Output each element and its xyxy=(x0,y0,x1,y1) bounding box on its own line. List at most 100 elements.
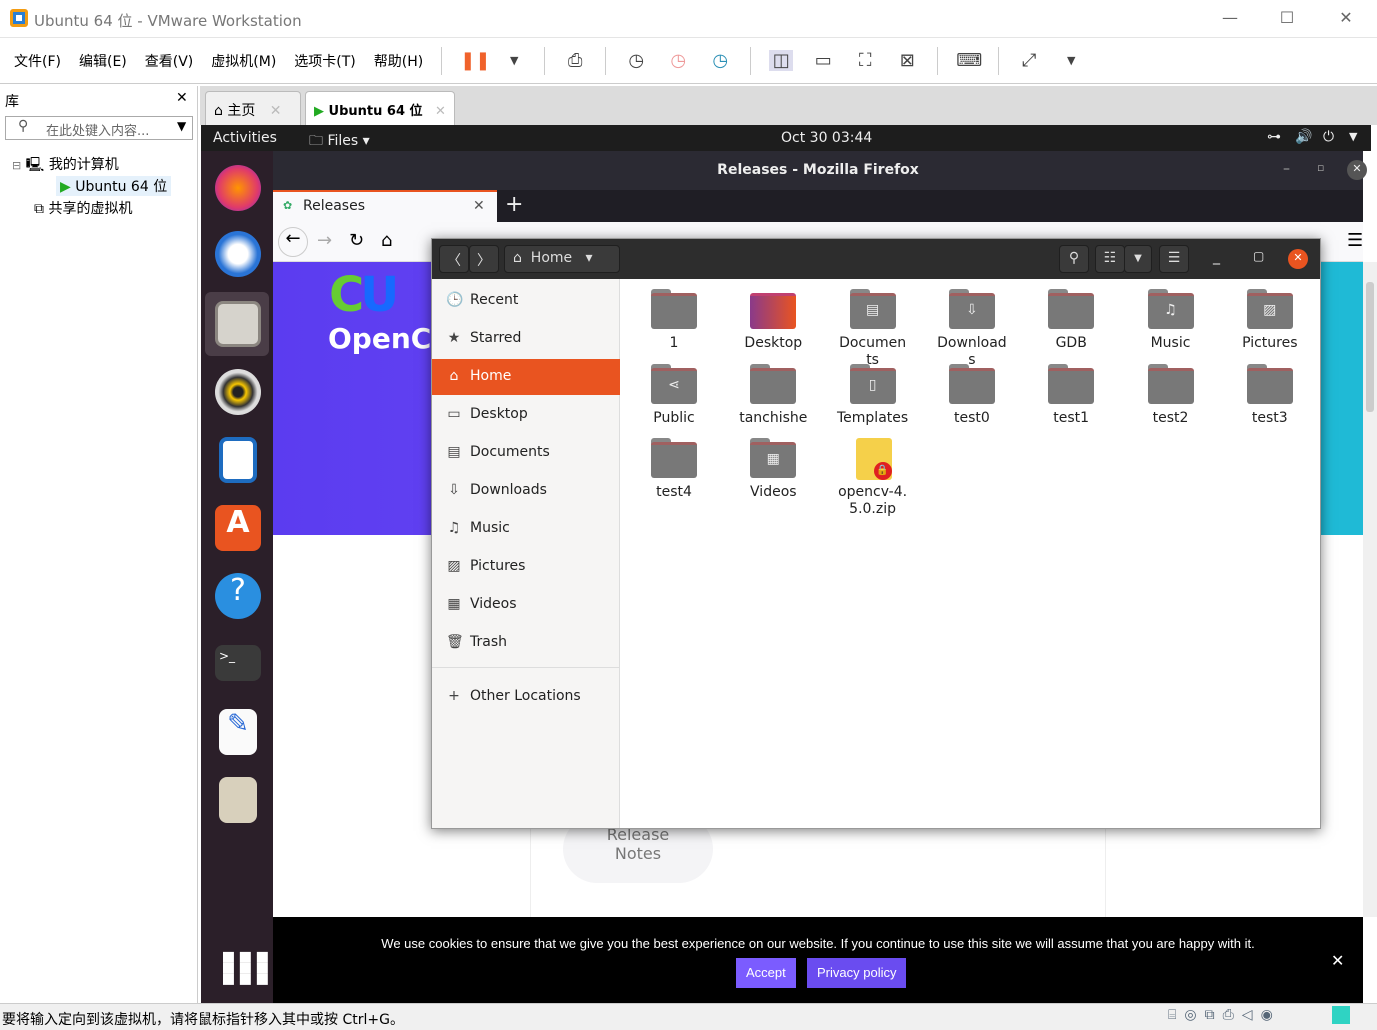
library-search-input[interactable]: 在此处键入内容... xyxy=(5,116,193,140)
file-item[interactable]: tanchishe xyxy=(725,363,821,427)
minimize-button[interactable]: — xyxy=(1210,8,1250,27)
menu-view[interactable]: 查看(V) xyxy=(145,51,194,71)
files-icon[interactable] xyxy=(215,301,261,347)
device-icons[interactable]: ⌸◎⧉⎙◁◉ xyxy=(1168,1007,1281,1023)
sidebar-item-documents[interactable]: ▤ Documents xyxy=(432,435,620,471)
file-item[interactable]: GDB xyxy=(1023,289,1119,352)
library-close-button[interactable]: ✕ xyxy=(176,90,188,106)
tab-ubuntu[interactable]: ▶ Ubuntu 64 位 ✕ xyxy=(305,91,455,125)
revert-snapshot-icon[interactable]: ◷ xyxy=(666,50,690,71)
power-icon[interactable]: ⏻ xyxy=(1323,129,1334,145)
file-item[interactable]: 🔒 opencv-4.5.0.zip xyxy=(825,438,921,518)
close-button[interactable]: ✕ xyxy=(1288,249,1308,269)
file-item[interactable]: ▤ Documents xyxy=(825,289,921,369)
file-item[interactable]: ▦ Videos xyxy=(725,438,821,501)
rhythmbox-icon[interactable] xyxy=(215,369,261,415)
firefox-icon[interactable] xyxy=(215,165,261,211)
help-icon[interactable]: ? xyxy=(215,573,261,619)
forward-button[interactable]: 〉 xyxy=(469,245,499,273)
back-button[interactable]: ← xyxy=(278,227,308,257)
console-view-icon[interactable]: ▭ xyxy=(811,50,835,71)
volume-icon[interactable]: 🔊 xyxy=(1295,129,1312,145)
file-item[interactable]: test0 xyxy=(924,363,1020,427)
archive-manager-icon[interactable] xyxy=(219,777,257,823)
show-apps-icon[interactable]: ▪▪▪ ▪▪▪ ▪▪▪ xyxy=(221,946,272,990)
network-icon[interactable]: ⊶ xyxy=(1267,129,1281,145)
stretch-icon[interactable]: ⤢ xyxy=(1017,50,1041,71)
close-icon[interactable]: ✕ xyxy=(270,103,282,119)
close-icon[interactable]: ✕ xyxy=(473,198,485,214)
search-button[interactable]: ⚲ xyxy=(1059,245,1089,273)
libreoffice-writer-icon[interactable] xyxy=(219,437,257,483)
fullscreen-icon[interactable]: ⛶ xyxy=(853,50,877,71)
library-view-icon[interactable]: ◫ xyxy=(769,50,794,71)
cookie-close-button[interactable]: ✕ xyxy=(1331,951,1344,971)
send-keys-icon[interactable]: ⎙ xyxy=(563,50,587,71)
restore-button[interactable]: ▫ xyxy=(1317,161,1324,174)
sidebar-item-starred[interactable]: ★ Starred xyxy=(432,321,620,357)
sidebar-item-home[interactable]: ⌂ Home xyxy=(432,359,620,395)
file-item[interactable]: test1 xyxy=(1023,363,1119,427)
menu-help[interactable]: 帮助(H) xyxy=(374,51,423,71)
file-item[interactable]: Desktop xyxy=(725,289,821,352)
menu-tabs[interactable]: 选项卡(T) xyxy=(294,51,355,71)
view-options-button[interactable]: ▼ xyxy=(1124,245,1152,273)
snapshot-icon[interactable]: ◷ xyxy=(624,50,648,71)
file-item[interactable]: ♫ Music xyxy=(1123,289,1219,352)
sidebar-item-music[interactable]: ♫ Music xyxy=(432,511,620,547)
software-center-icon[interactable]: A xyxy=(215,505,261,551)
privacy-policy-button[interactable]: Privacy policy xyxy=(807,958,907,988)
unity-icon[interactable]: ⊠ xyxy=(895,50,919,71)
activities-button[interactable]: Activities xyxy=(213,130,277,146)
back-button[interactable]: 〈 xyxy=(439,245,469,273)
reload-button[interactable]: ↻ xyxy=(349,230,364,251)
tab-home[interactable]: ⌂ 主页 ✕ xyxy=(205,91,301,125)
sidebar-item-recent[interactable]: 🕒 Recent xyxy=(432,283,620,319)
menu-edit[interactable]: 编辑(E) xyxy=(79,51,127,71)
file-item[interactable]: ⇩ Downloads xyxy=(924,289,1020,369)
menu-icon[interactable]: ☰ xyxy=(1347,230,1363,251)
scrollbar[interactable] xyxy=(1363,262,1377,917)
menu-button[interactable]: ☰ xyxy=(1159,245,1189,273)
file-item[interactable]: test2 xyxy=(1123,363,1219,427)
sidebar-item-trash[interactable]: 🗑 Trash xyxy=(432,625,620,661)
close-button[interactable]: ✕ xyxy=(1326,8,1366,27)
minimize-button[interactable]: – xyxy=(1283,161,1290,177)
text-editor-icon[interactable]: ✎ xyxy=(219,709,257,755)
chevron-down-icon[interactable]: ▼ xyxy=(1059,54,1083,67)
terminal-icon[interactable]: ⌨ xyxy=(956,50,982,71)
sidebar-item-videos[interactable]: ▦ Videos xyxy=(432,587,620,623)
accept-button[interactable]: Accept xyxy=(736,958,796,988)
snapshot-manager-icon[interactable]: ◷ xyxy=(708,50,732,71)
file-item[interactable]: test3 xyxy=(1222,363,1318,427)
tree-shared-vms[interactable]: ⧉ 共享的虚拟机 xyxy=(34,198,132,218)
close-button[interactable]: ✕ xyxy=(1347,160,1367,180)
pause-icon[interactable]: ❚❚ xyxy=(460,50,490,71)
location-button[interactable]: ⌂ Home ▾ xyxy=(504,245,620,273)
home-button[interactable]: ⌂ xyxy=(381,230,392,251)
list-view-button[interactable]: ☷ xyxy=(1095,245,1125,273)
message-icon[interactable] xyxy=(1332,1006,1350,1024)
file-item[interactable]: 1 xyxy=(626,289,722,352)
file-item[interactable]: ▯ Templates xyxy=(825,363,921,427)
maximize-button[interactable]: ☐ xyxy=(1267,8,1307,27)
chevron-down-icon[interactable]: ▼ xyxy=(1349,130,1357,143)
minimize-button[interactable]: _ xyxy=(1213,249,1220,265)
menu-file[interactable]: 文件(F) xyxy=(14,51,61,71)
maximize-button[interactable]: ▢ xyxy=(1253,249,1264,263)
file-item[interactable]: ⋖ Public xyxy=(626,363,722,427)
sidebar-item-other-locations[interactable]: + Other Locations xyxy=(432,679,620,715)
sidebar-item-downloads[interactable]: ⇩ Downloads xyxy=(432,473,620,509)
collapse-icon[interactable]: ⊟ xyxy=(12,159,21,172)
new-tab-button[interactable]: + xyxy=(505,192,523,217)
close-icon[interactable]: ✕ xyxy=(435,104,446,119)
file-item[interactable]: ▨ Pictures xyxy=(1222,289,1318,352)
thunderbird-icon[interactable] xyxy=(215,231,261,277)
clock[interactable]: Oct 30 03:44 xyxy=(781,130,872,146)
sidebar-item-pictures[interactable]: ▨ Pictures xyxy=(432,549,620,585)
tree-ubuntu-vm[interactable]: ▶ Ubuntu 64 位 xyxy=(56,176,172,196)
terminal-icon[interactable]: >_ xyxy=(215,645,261,681)
tree-my-computer[interactable]: ⊟ 🖳 我的计算机 xyxy=(12,154,119,178)
tab-releases[interactable]: ✿ Releases ✕ xyxy=(273,190,497,222)
forward-button[interactable]: → xyxy=(317,230,332,251)
